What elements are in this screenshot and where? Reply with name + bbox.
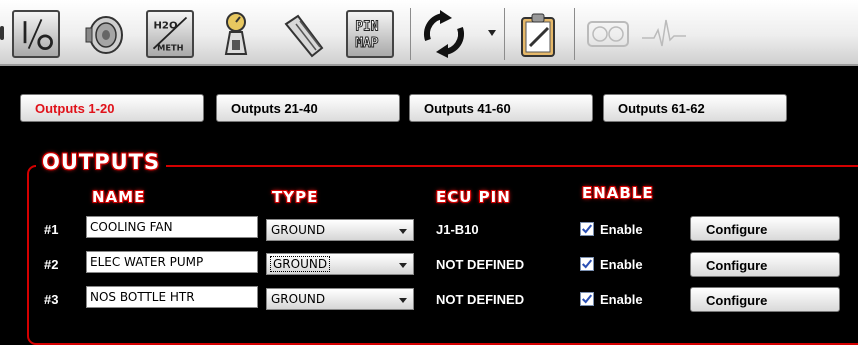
tab-outputs-1-20[interactable]: Outputs 1-20 bbox=[20, 94, 204, 122]
configure-button[interactable]: Configure bbox=[690, 252, 840, 277]
chevron-down-icon bbox=[399, 263, 407, 268]
column-header-enable: ENABLE bbox=[582, 184, 654, 202]
enable-checkbox[interactable] bbox=[580, 222, 594, 236]
toolbar-grip[interactable] bbox=[0, 26, 4, 40]
pin-map-icon[interactable]: PIN MAP bbox=[346, 10, 394, 58]
throttle-pedal-icon[interactable] bbox=[278, 10, 326, 58]
checkmark-icon bbox=[581, 294, 593, 304]
sync-icon[interactable] bbox=[420, 10, 468, 58]
column-header-type: TYPE bbox=[272, 188, 319, 206]
sensor-icon[interactable] bbox=[80, 10, 128, 58]
toolbar-separator bbox=[504, 8, 505, 60]
output-name-field[interactable]: NOS BOTTLE HTR bbox=[86, 286, 258, 308]
enable-checkbox-label[interactable]: Enable bbox=[600, 292, 643, 307]
enable-checkbox-label[interactable]: Enable bbox=[600, 222, 643, 237]
gauge-dial-icon[interactable] bbox=[212, 10, 260, 58]
toolbar: H2O METH PIN MAP bbox=[0, 0, 858, 66]
meth-label: METH bbox=[157, 43, 183, 53]
tab-outputs-61-62[interactable]: Outputs 61-62 bbox=[603, 94, 787, 122]
waveform-icon[interactable] bbox=[640, 10, 688, 58]
output-type-select[interactable]: GROUND bbox=[266, 288, 414, 310]
checkmark-icon bbox=[581, 224, 593, 234]
output-type-value: GROUND bbox=[271, 292, 326, 306]
map-label: MAP bbox=[355, 36, 378, 51]
output-type-value: GROUND bbox=[271, 223, 326, 237]
column-header-ecu-pin: ECU PIN bbox=[436, 188, 511, 206]
panel-title: OUTPUTS bbox=[36, 150, 167, 174]
column-header-name: NAME bbox=[92, 188, 146, 206]
clipboard-notes-icon[interactable] bbox=[514, 10, 562, 58]
pin-label: PIN bbox=[355, 19, 378, 34]
output-type-select[interactable]: GROUND bbox=[266, 253, 414, 275]
enable-checkbox[interactable] bbox=[580, 292, 594, 306]
tab-outputs-41-60[interactable]: Outputs 41-60 bbox=[409, 94, 593, 122]
chevron-down-icon bbox=[399, 298, 407, 303]
configure-button[interactable]: Configure bbox=[690, 287, 840, 312]
ecu-pin-value: J1-B10 bbox=[436, 222, 479, 237]
row-number: #3 bbox=[44, 292, 59, 307]
enable-checkbox-label[interactable]: Enable bbox=[600, 257, 643, 272]
checkmark-icon bbox=[581, 259, 593, 269]
output-type-value: GROUND bbox=[269, 256, 331, 272]
configure-button[interactable]: Configure bbox=[690, 216, 840, 241]
output-type-select[interactable]: GROUND bbox=[266, 219, 414, 241]
output-name-field[interactable]: ELEC WATER PUMP bbox=[86, 251, 258, 273]
row-number: #1 bbox=[44, 222, 59, 237]
h2o-meth-icon[interactable]: H2O METH bbox=[146, 10, 194, 58]
toolbar-separator bbox=[410, 8, 411, 60]
chevron-down-icon bbox=[399, 229, 407, 234]
row-number: #2 bbox=[44, 257, 59, 272]
tab-outputs-21-40[interactable]: Outputs 21-40 bbox=[216, 94, 400, 122]
output-name-field[interactable]: COOLING FAN bbox=[86, 216, 258, 238]
ecu-pin-value: NOT DEFINED bbox=[436, 292, 525, 307]
toolbar-separator bbox=[574, 8, 575, 60]
io-toggle-icon[interactable] bbox=[12, 10, 60, 58]
dashboard-gauges-icon[interactable] bbox=[584, 10, 632, 58]
enable-checkbox[interactable] bbox=[580, 257, 594, 271]
sync-dropdown-arrow-icon[interactable] bbox=[488, 30, 496, 36]
ecu-pin-value: NOT DEFINED bbox=[436, 257, 525, 272]
